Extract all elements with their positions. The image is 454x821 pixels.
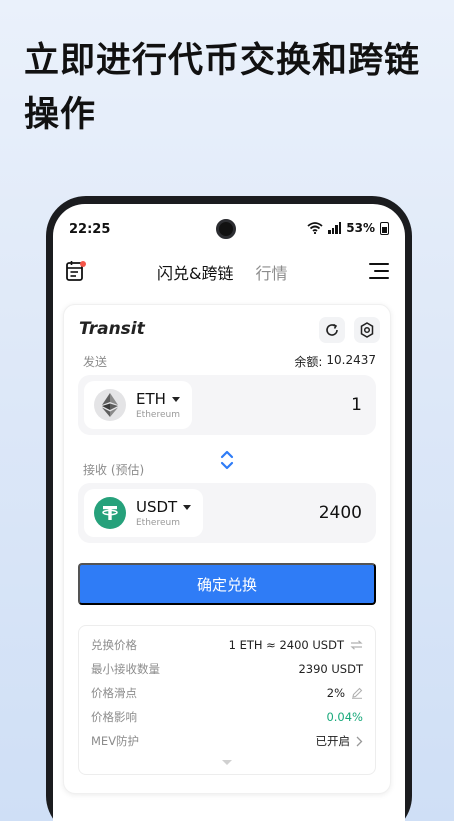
eth-logo-icon	[94, 389, 126, 421]
detail-value: 1 ETH ≈ 2400 USDT	[228, 638, 344, 652]
detail-row-price: 兑换价格 1 ETH ≈ 2400 USDT	[91, 635, 363, 655]
detail-value-wrap: 1 ETH ≈ 2400 USDT	[229, 638, 363, 652]
swap-price-icon[interactable]	[350, 640, 363, 650]
detail-label: MEV防护	[91, 734, 140, 748]
status-time: 22:25	[69, 222, 111, 237]
tab-swap-bridge[interactable]: 闪兑&跨链	[157, 260, 233, 284]
swap-direction-icon[interactable]	[219, 449, 235, 471]
from-token-symbol: ETH	[136, 390, 166, 408]
confirm-swap-button[interactable]: 确定兑换	[78, 563, 376, 605]
battery-icon	[380, 221, 389, 235]
usdt-logo-icon	[94, 497, 126, 529]
detail-row-mev[interactable]: MEV防护 已开启	[91, 731, 363, 751]
detail-label: 价格影响	[91, 710, 137, 724]
battery-percent: 53%	[346, 221, 375, 235]
to-token-symbol-row: USDT	[136, 498, 192, 516]
balance-value: 10.2437	[326, 353, 376, 367]
balance: 余额: 10.2437	[294, 353, 376, 370]
status-icons: 53%	[307, 221, 389, 235]
detail-row-min-receive: 最小接收数量 2390 USDT	[91, 659, 363, 679]
swap-card: Transit 发送 余额: 10.2437 ETH Ethereum 1 接收…	[63, 304, 391, 794]
document-icon[interactable]	[65, 260, 87, 282]
settings-icon	[360, 322, 374, 338]
to-token-symbol: USDT	[136, 498, 178, 516]
tab-market[interactable]: 行情	[255, 260, 287, 284]
from-token-text: ETH Ethereum	[136, 390, 180, 420]
chevron-right-icon	[356, 736, 363, 746]
from-token-name: Ethereum	[136, 410, 180, 420]
wifi-icon	[307, 222, 323, 234]
brand-title: Transit	[79, 319, 145, 339]
status-bar: 22:25 53%	[53, 204, 405, 254]
to-token-name: Ethereum	[136, 518, 180, 528]
detail-row-price-impact: 价格影响 0.04%	[91, 707, 363, 727]
refresh-button[interactable]	[319, 317, 345, 343]
to-token-box[interactable]: USDT Ethereum 2400	[78, 483, 376, 543]
expand-caret-icon[interactable]	[222, 760, 232, 765]
detail-value-wrap: 2%	[327, 686, 363, 700]
to-amount: 2400	[318, 503, 362, 523]
detail-value-wrap: 已开启	[316, 733, 364, 749]
detail-value: 2390 USDT	[298, 662, 363, 676]
details-panel: 兑换价格 1 ETH ≈ 2400 USDT 最小接收数量 2390 USDT …	[78, 625, 376, 775]
send-label: 发送	[83, 355, 108, 369]
to-token-text: USDT Ethereum	[136, 498, 192, 528]
from-amount[interactable]: 1	[351, 395, 362, 415]
menu-icon[interactable]	[369, 263, 389, 279]
detail-value: 2%	[326, 686, 345, 700]
refresh-icon	[326, 323, 338, 336]
from-token-selector[interactable]: ETH Ethereum	[84, 381, 192, 429]
detail-value: 已开启	[315, 734, 351, 748]
detail-value: 0.04%	[326, 710, 363, 724]
phone-screen: 22:25 53% 闪兑&跨链 行情 Transit 发送 余额: 10.243…	[53, 204, 405, 821]
to-token-selector[interactable]: USDT Ethereum	[84, 489, 204, 537]
settings-button[interactable]	[354, 317, 380, 343]
detail-label: 价格滑点	[91, 686, 137, 700]
from-token-symbol-row: ETH	[136, 390, 180, 408]
app-header: 闪兑&跨链 行情	[53, 254, 405, 288]
detail-row-slippage: 价格滑点 2%	[91, 683, 363, 703]
signal-icon	[328, 222, 342, 234]
receive-label: 接收 (预估)	[83, 463, 145, 477]
edit-icon[interactable]	[351, 687, 363, 699]
header-tabs: 闪兑&跨链 行情	[157, 260, 288, 284]
chevron-down-icon	[171, 396, 180, 402]
detail-label: 最小接收数量	[91, 662, 160, 676]
balance-label: 余额:	[294, 355, 323, 369]
chevron-down-icon	[183, 504, 192, 510]
headline: 立即进行代币交换和跨链操作	[24, 41, 421, 135]
detail-label: 兑换价格	[91, 638, 137, 652]
from-token-box[interactable]: ETH Ethereum 1	[78, 375, 376, 435]
